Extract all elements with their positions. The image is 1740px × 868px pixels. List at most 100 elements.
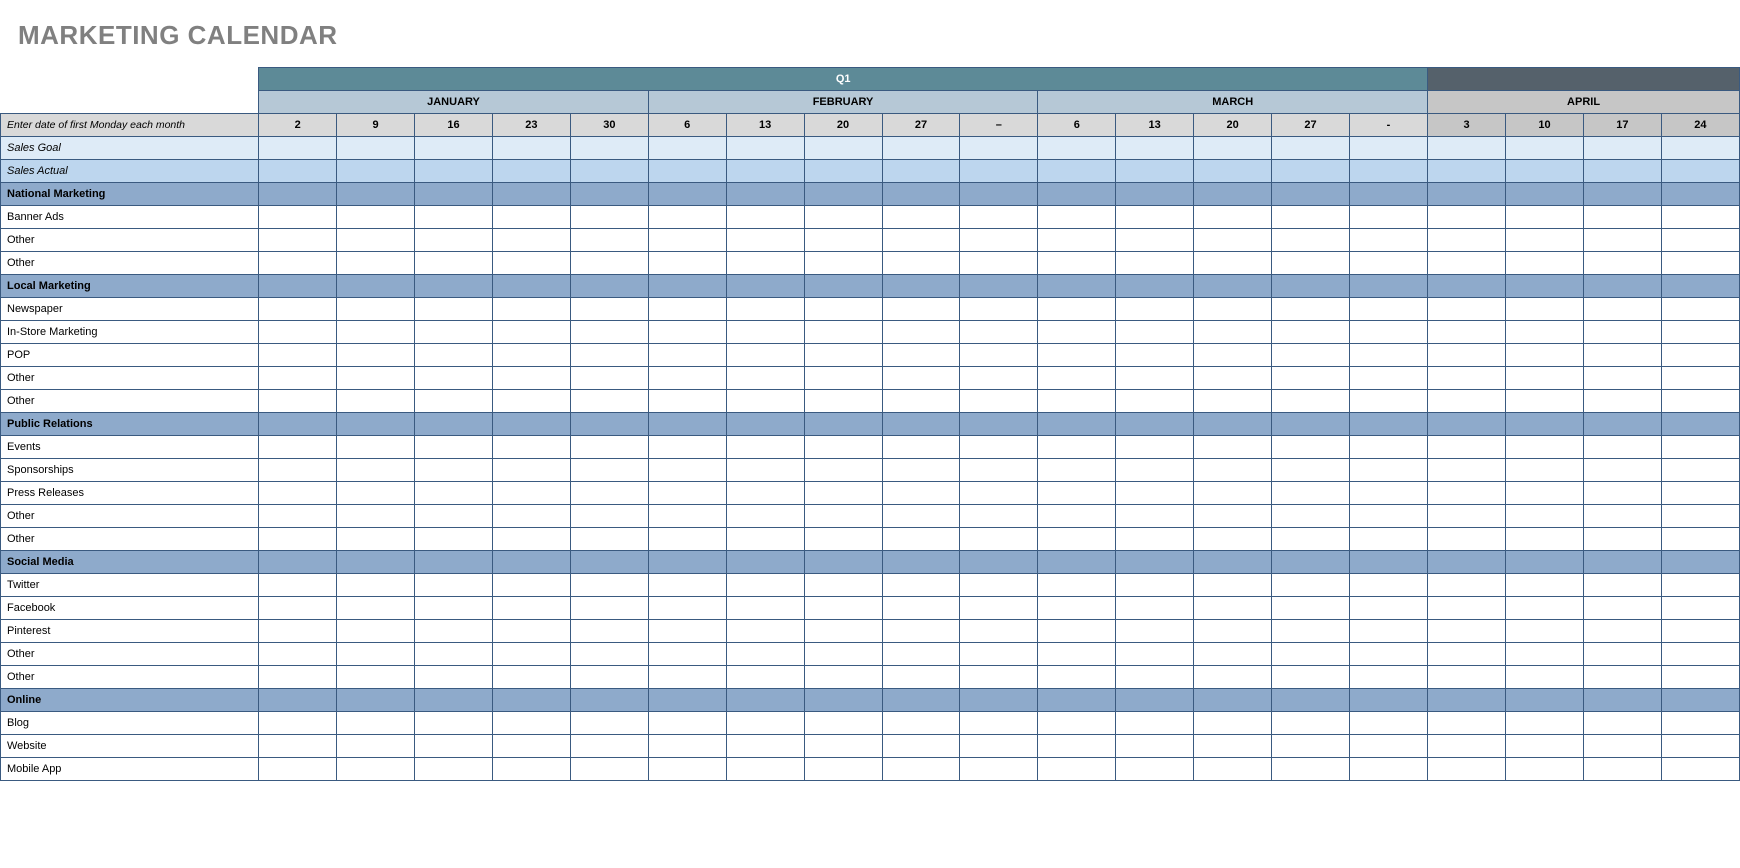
data-cell[interactable] <box>1194 712 1272 735</box>
data-cell[interactable] <box>1349 367 1427 390</box>
data-cell[interactable] <box>1661 735 1739 758</box>
sales-goal-cell[interactable] <box>1583 137 1661 160</box>
data-cell[interactable] <box>960 643 1038 666</box>
data-cell[interactable] <box>337 436 415 459</box>
data-cell[interactable] <box>1428 712 1506 735</box>
data-cell[interactable] <box>492 597 570 620</box>
data-cell[interactable] <box>1583 482 1661 505</box>
data-cell[interactable] <box>415 390 493 413</box>
data-cell[interactable] <box>804 436 882 459</box>
data-cell[interactable] <box>259 712 337 735</box>
data-cell[interactable] <box>1661 206 1739 229</box>
data-cell[interactable] <box>1506 528 1584 551</box>
data-cell[interactable] <box>1349 390 1427 413</box>
data-cell[interactable] <box>1583 344 1661 367</box>
data-cell[interactable] <box>259 252 337 275</box>
week-date-cell[interactable]: 3 <box>1428 114 1506 137</box>
data-cell[interactable] <box>337 712 415 735</box>
data-cell[interactable] <box>804 735 882 758</box>
data-cell[interactable] <box>1661 505 1739 528</box>
data-cell[interactable] <box>1661 758 1739 781</box>
data-cell[interactable] <box>1272 620 1350 643</box>
data-cell[interactable] <box>1506 459 1584 482</box>
data-cell[interactable] <box>726 482 804 505</box>
sales-goal-cell[interactable] <box>492 137 570 160</box>
data-cell[interactable] <box>882 390 960 413</box>
data-cell[interactable] <box>259 321 337 344</box>
data-cell[interactable] <box>648 597 726 620</box>
data-cell[interactable] <box>1116 344 1194 367</box>
data-cell[interactable] <box>259 505 337 528</box>
data-cell[interactable] <box>1194 735 1272 758</box>
week-date-cell[interactable]: 17 <box>1583 114 1661 137</box>
data-cell[interactable] <box>337 528 415 551</box>
week-date-cell[interactable]: 20 <box>1194 114 1272 137</box>
data-cell[interactable] <box>1583 229 1661 252</box>
data-cell[interactable] <box>1428 459 1506 482</box>
data-cell[interactable] <box>1116 436 1194 459</box>
data-cell[interactable] <box>337 574 415 597</box>
data-cell[interactable] <box>1038 758 1116 781</box>
data-cell[interactable] <box>1194 229 1272 252</box>
data-cell[interactable] <box>1272 758 1350 781</box>
data-cell[interactable] <box>1583 298 1661 321</box>
data-cell[interactable] <box>492 206 570 229</box>
data-cell[interactable] <box>648 528 726 551</box>
data-cell[interactable] <box>804 528 882 551</box>
sales-actual-cell[interactable] <box>804 160 882 183</box>
data-cell[interactable] <box>804 482 882 505</box>
data-cell[interactable] <box>882 528 960 551</box>
week-date-cell[interactable]: 27 <box>1272 114 1350 137</box>
week-date-cell[interactable]: 24 <box>1661 114 1739 137</box>
data-cell[interactable] <box>1583 436 1661 459</box>
data-cell[interactable] <box>1428 643 1506 666</box>
data-cell[interactable] <box>1506 321 1584 344</box>
data-cell[interactable] <box>1506 206 1584 229</box>
data-cell[interactable] <box>1661 436 1739 459</box>
data-cell[interactable] <box>1038 229 1116 252</box>
data-cell[interactable] <box>726 206 804 229</box>
data-cell[interactable] <box>1428 298 1506 321</box>
data-cell[interactable] <box>882 758 960 781</box>
sales-actual-cell[interactable] <box>648 160 726 183</box>
data-cell[interactable] <box>1506 298 1584 321</box>
data-cell[interactable] <box>1116 505 1194 528</box>
data-cell[interactable] <box>1194 206 1272 229</box>
data-cell[interactable] <box>882 436 960 459</box>
data-cell[interactable] <box>1272 252 1350 275</box>
data-cell[interactable] <box>570 459 648 482</box>
data-cell[interactable] <box>492 344 570 367</box>
data-cell[interactable] <box>1428 206 1506 229</box>
data-cell[interactable] <box>1349 620 1427 643</box>
week-date-cell[interactable]: 9 <box>337 114 415 137</box>
data-cell[interactable] <box>882 666 960 689</box>
data-cell[interactable] <box>1116 206 1194 229</box>
data-cell[interactable] <box>1661 459 1739 482</box>
data-cell[interactable] <box>259 597 337 620</box>
data-cell[interactable] <box>882 206 960 229</box>
data-cell[interactable] <box>1583 459 1661 482</box>
data-cell[interactable] <box>1583 390 1661 413</box>
data-cell[interactable] <box>960 735 1038 758</box>
data-cell[interactable] <box>415 229 493 252</box>
data-cell[interactable] <box>1428 482 1506 505</box>
data-cell[interactable] <box>648 344 726 367</box>
data-cell[interactable] <box>1038 367 1116 390</box>
data-cell[interactable] <box>804 252 882 275</box>
data-cell[interactable] <box>1428 666 1506 689</box>
data-cell[interactable] <box>1116 367 1194 390</box>
data-cell[interactable] <box>570 712 648 735</box>
data-cell[interactable] <box>726 459 804 482</box>
data-cell[interactable] <box>1506 436 1584 459</box>
data-cell[interactable] <box>1038 344 1116 367</box>
week-date-cell[interactable]: 13 <box>1116 114 1194 137</box>
data-cell[interactable] <box>415 321 493 344</box>
data-cell[interactable] <box>1506 643 1584 666</box>
data-cell[interactable] <box>570 229 648 252</box>
data-cell[interactable] <box>1038 620 1116 643</box>
data-cell[interactable] <box>960 620 1038 643</box>
data-cell[interactable] <box>648 390 726 413</box>
data-cell[interactable] <box>570 528 648 551</box>
data-cell[interactable] <box>1038 206 1116 229</box>
data-cell[interactable] <box>492 505 570 528</box>
